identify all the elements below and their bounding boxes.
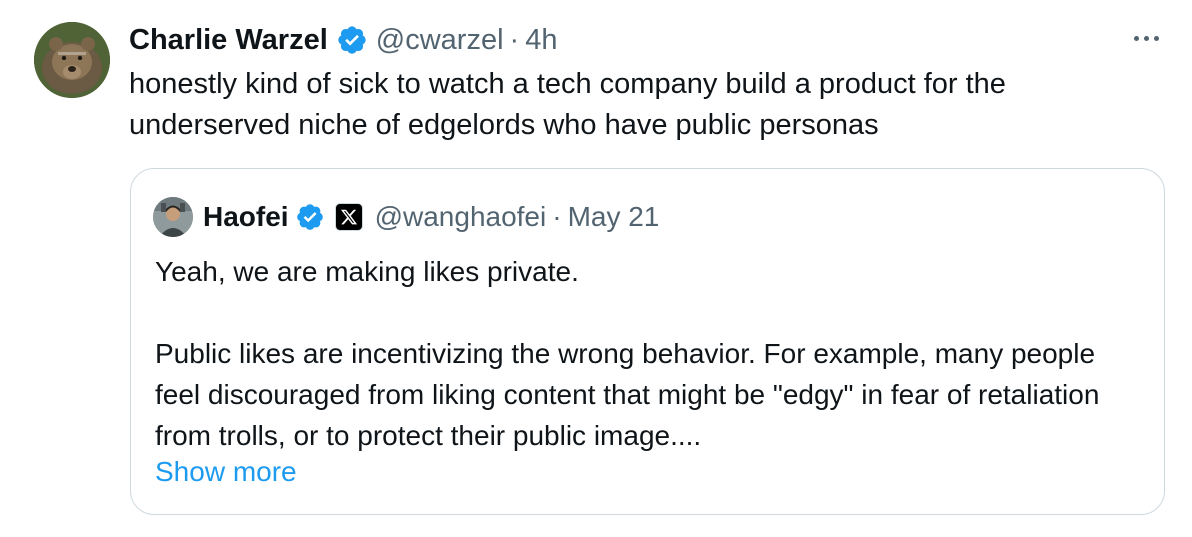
quoted-header-separator: ·	[552, 201, 562, 232]
quoted-tweet-card[interactable]: Haofei @wanghaofei · May 21 Yeah, we are…	[130, 168, 1165, 515]
x-logo-icon	[334, 203, 363, 231]
quoted-author-avatar	[153, 197, 193, 237]
person-avatar-image	[153, 197, 193, 237]
tweet-timestamp[interactable]: 4h	[525, 24, 557, 57]
author-avatar[interactable]	[34, 22, 110, 98]
quoted-author-handle: @wanghaofei	[374, 201, 547, 232]
quoted-author-name: Haofei	[203, 201, 289, 232]
quoted-tweet-header: Haofei @wanghaofei · May 21	[153, 197, 659, 237]
tweet-header: Charlie Warzel @cwarzel · 4h	[129, 22, 557, 58]
tweet[interactable]: Charlie Warzel @cwarzel · 4h honestly ki…	[0, 0, 1192, 537]
author-name[interactable]: Charlie Warzel	[129, 24, 328, 57]
more-options-icon[interactable]	[1126, 26, 1166, 50]
bear-avatar-image	[34, 22, 110, 98]
quoted-tweet-timestamp: May 21	[567, 201, 660, 232]
quoted-paragraph-2: Public likes are incentivizing the wrong…	[155, 338, 1100, 451]
quoted-paragraph-1: Yeah, we are making likes private.	[155, 256, 579, 287]
verified-badge-icon[interactable]	[336, 24, 368, 56]
quoted-tweet-text: Yeah, we are making likes private. Publi…	[155, 251, 1145, 456]
tweet-text: honestly kind of sick to watch a tech co…	[129, 68, 1006, 141]
show-more-link[interactable]: Show more	[155, 451, 297, 492]
verified-badge-icon	[295, 202, 325, 232]
header-separator: ·	[509, 23, 520, 56]
author-handle[interactable]: @cwarzel	[376, 24, 504, 57]
